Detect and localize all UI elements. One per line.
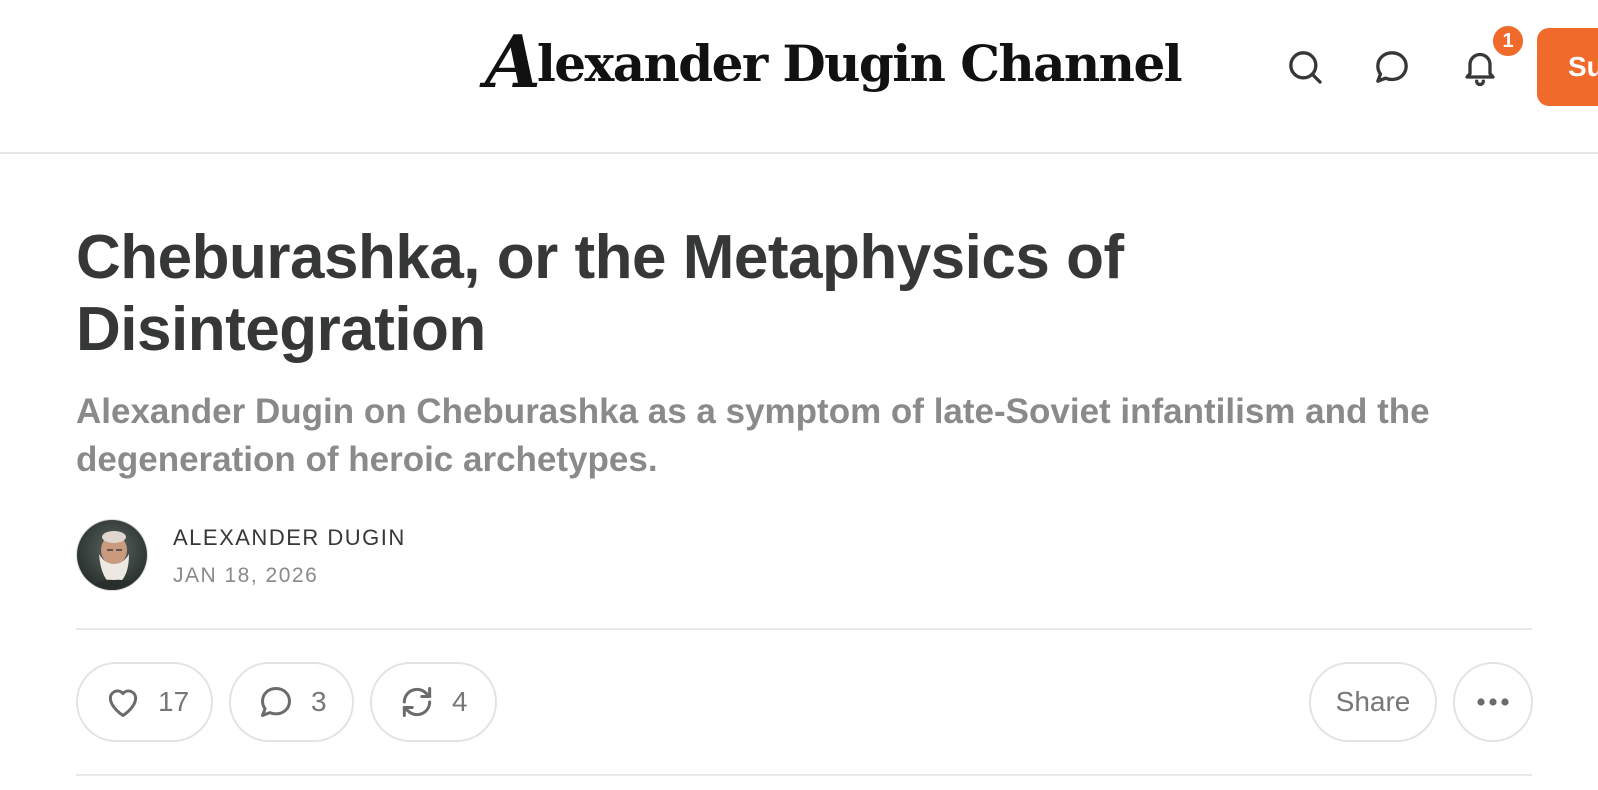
top-navigation-bar: Alexander Dugin Channel 1 Subscribe (0, 0, 1598, 154)
site-title[interactable]: Alexander Dugin Channel (485, 26, 1183, 98)
site-title-text: lexander Dugin Channel (536, 34, 1183, 93)
heart-icon (108, 689, 138, 717)
share-label: Share (1335, 686, 1411, 717)
comment-button[interactable]: 3 (229, 662, 354, 742)
chat-button[interactable] (1369, 44, 1415, 90)
restack-button[interactable]: 4 (370, 662, 497, 742)
like-button[interactable]: 17 (76, 662, 213, 742)
restack-icon (402, 687, 432, 717)
divider (76, 628, 1532, 630)
author-portrait-icon (77, 520, 147, 590)
search-button[interactable] (1282, 44, 1328, 90)
like-count: 17 (158, 686, 190, 717)
more-options-button[interactable] (1453, 662, 1533, 742)
restack-count: 4 (452, 686, 468, 717)
subscribe-button[interactable]: Subscribe (1537, 28, 1598, 106)
chat-bubble-icon (1376, 51, 1408, 83)
search-icon (1289, 51, 1322, 84)
author-name[interactable]: ALEXANDER DUGIN (173, 525, 406, 551)
more-dots-icon (1477, 698, 1509, 706)
comment-icon (261, 687, 291, 717)
post-subtitle: Alexander Dugin on Cheburashka as a symp… (76, 392, 1430, 479)
post-date: JAN 18, 2026 (173, 564, 319, 587)
share-button[interactable]: Share (1309, 662, 1437, 742)
notification-badge: 1 (1490, 23, 1526, 59)
site-title-initial: A (485, 19, 541, 104)
author-avatar[interactable] (76, 519, 148, 591)
comment-count: 3 (311, 686, 327, 717)
post-title: Cheburashka, or the Metaphysics of Disin… (76, 223, 1124, 364)
divider (76, 774, 1532, 776)
